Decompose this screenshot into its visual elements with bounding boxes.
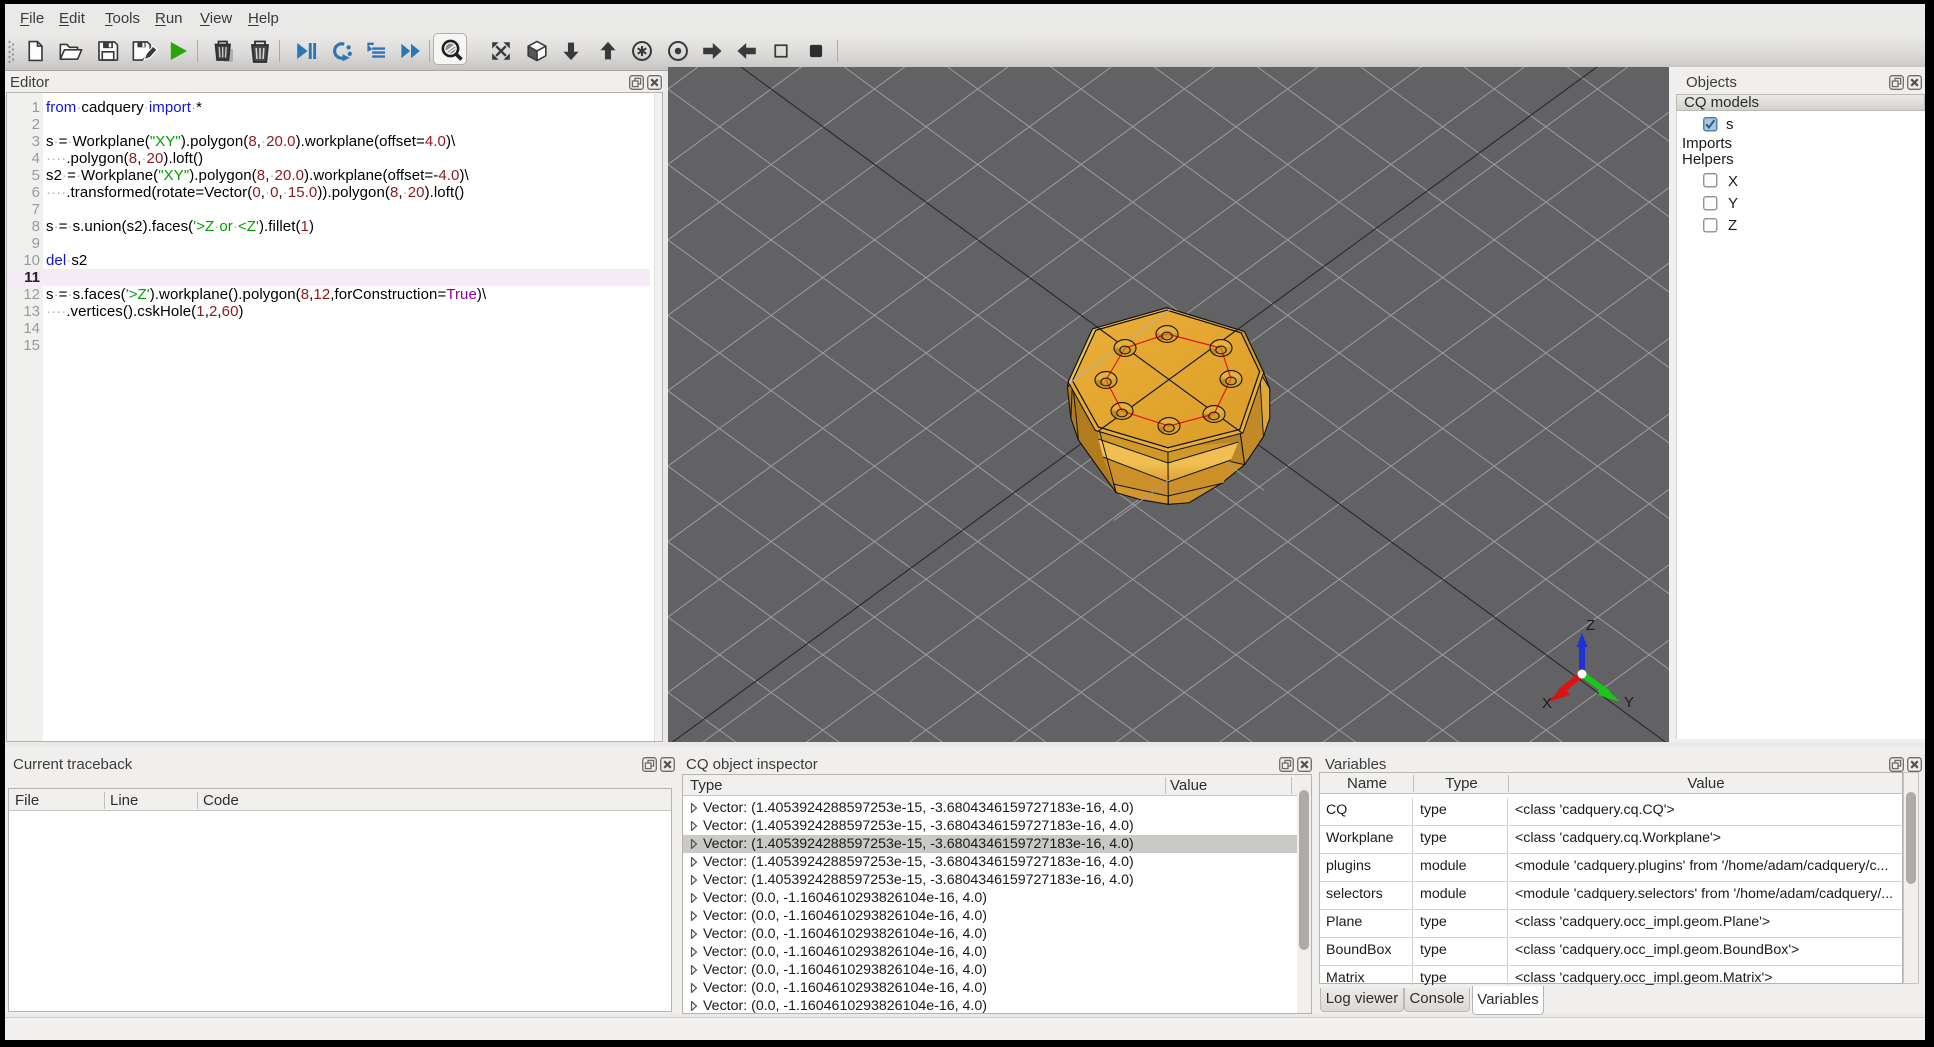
svg-text:X: X — [1542, 695, 1552, 712]
svg-text:Z: Z — [1586, 617, 1595, 634]
svg-text:Y: Y — [1624, 694, 1634, 711]
